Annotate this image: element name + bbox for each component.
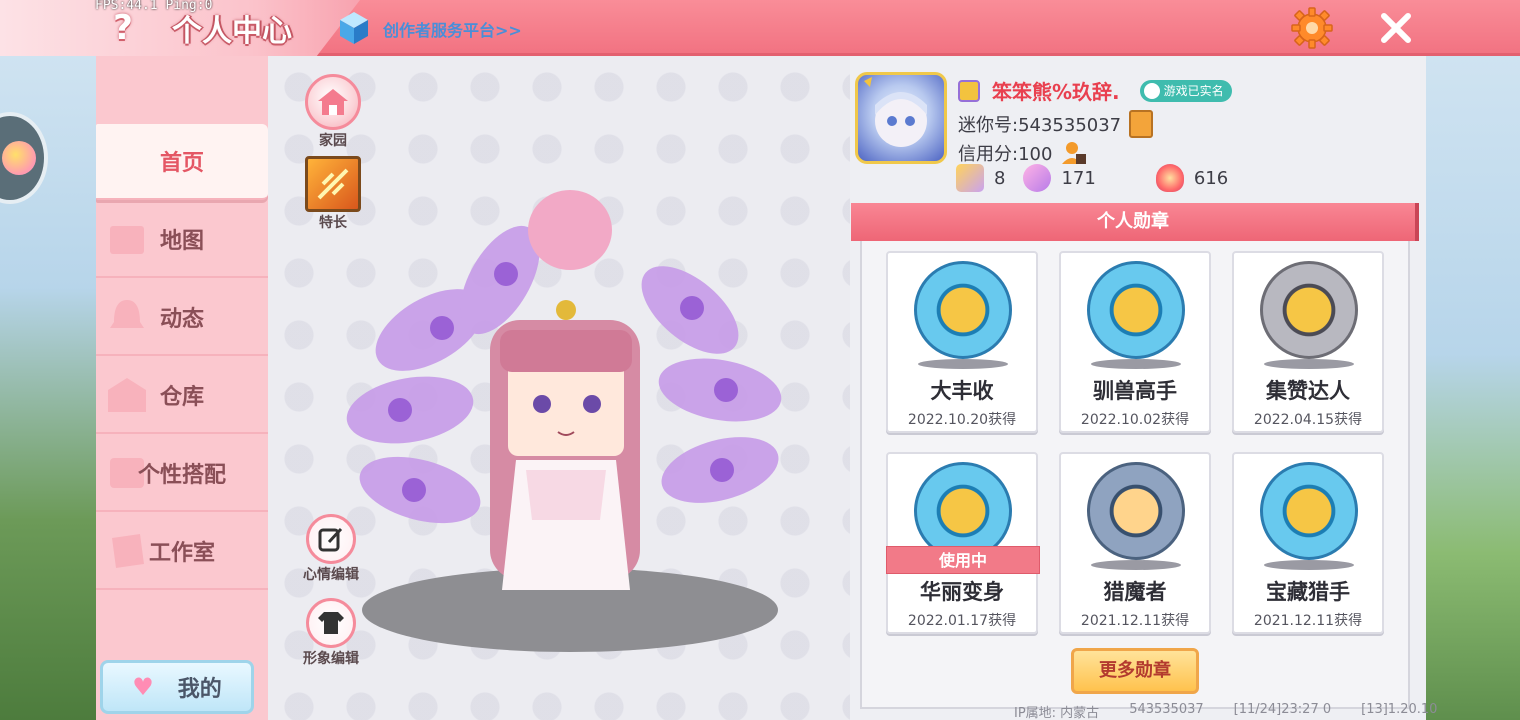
- in-use-badge: 使用中: [886, 546, 1040, 574]
- medal-date: 2022.01.17获得: [907, 613, 1017, 629]
- verified-badge: 游戏已实名: [1139, 79, 1232, 102]
- medal-shadow: [918, 359, 1008, 369]
- nav-item-warehouse[interactable]: 仓库: [96, 358, 268, 434]
- studio-icon: [112, 534, 144, 568]
- help-button[interactable]: ?: [103, 8, 143, 48]
- verified-label: 游戏已实名: [1163, 84, 1224, 98]
- medal-date: 2022.10.20获得: [907, 412, 1017, 428]
- nav-item-studio[interactable]: 工作室: [96, 514, 268, 590]
- gear-icon[interactable]: [1290, 6, 1334, 50]
- more-medals-button[interactable]: 更多勋章: [1071, 648, 1199, 694]
- nav-item-outfit[interactable]: 个性搭配: [96, 436, 268, 512]
- footer-info: IP属地: 内蒙古 543535037 [11/24]23:27 0 [13]1…: [1014, 702, 1437, 720]
- popularity-value: 616: [1193, 167, 1229, 189]
- profile-avatar[interactable]: [855, 72, 947, 164]
- bell-icon: [110, 300, 144, 328]
- medal-name: 猎魔者: [1103, 580, 1167, 604]
- medal-section-header: 个人勋章: [851, 203, 1419, 241]
- nav-item-feed[interactable]: 动态: [96, 280, 268, 356]
- mini-id: 迷你号:543535037: [958, 115, 1122, 136]
- mine-label: 我的: [177, 677, 222, 702]
- stats-row: 8 171 616: [956, 164, 1228, 192]
- ip-location: IP属地: 内蒙古: [1014, 706, 1100, 720]
- level-stat: 8: [956, 164, 1005, 192]
- medal-shadow: [1091, 560, 1181, 570]
- likes-master-medal-icon: [1260, 261, 1358, 359]
- likes-stat: 171: [1023, 164, 1096, 192]
- nav-item-label: 个性搭配: [137, 463, 226, 488]
- medal-date: 2022.10.02获得: [1080, 412, 1190, 428]
- cube-icon: [340, 12, 368, 44]
- tamer-medal-icon: [1087, 261, 1185, 359]
- medal-card[interactable]: 猎魔者 2021.12.11获得: [1059, 452, 1211, 634]
- credit-score: 信用分:100: [958, 144, 1053, 165]
- page-title: 个人中心: [172, 14, 292, 49]
- medal-card[interactable]: 大丰收 2022.10.20获得: [886, 251, 1038, 433]
- level-value: 8: [994, 167, 1006, 189]
- mini-id-row: 迷你号:543535037: [958, 110, 1154, 138]
- footer-time: [11/24]23:27 0: [1233, 702, 1332, 717]
- nav-panel: 首页 地图 动态 仓库 个性搭配 工作室: [96, 56, 268, 720]
- nav-item-label: 首页: [159, 151, 204, 176]
- credit-row: 信用分:100: [958, 140, 1088, 166]
- nav-item-label: 动态: [159, 307, 204, 332]
- background-scene-right: [1425, 55, 1520, 720]
- nav-item-label: 仓库: [159, 385, 204, 410]
- player-character-avatar[interactable]: [330, 190, 810, 660]
- nav-item-home[interactable]: 首页: [96, 124, 268, 200]
- likes-icon: [1023, 164, 1052, 192]
- medal-shadow: [1264, 560, 1354, 570]
- home-label: 家园: [319, 133, 347, 149]
- nav-item-label: 工作室: [148, 541, 215, 566]
- level-badge-icon: [956, 164, 984, 192]
- medal-date: 2022.04.15获得: [1253, 412, 1363, 428]
- popularity-stat: 616: [1155, 164, 1229, 192]
- star-icon: [2, 141, 36, 175]
- medal-name: 宝藏猎手: [1266, 580, 1350, 604]
- user-check-icon: [1143, 82, 1160, 99]
- mine-button[interactable]: ♥ 我的: [100, 660, 254, 714]
- medal-name: 驯兽高手: [1093, 379, 1177, 403]
- rank-icon: [958, 79, 980, 102]
- warehouse-icon: [108, 378, 146, 412]
- treasure-hunter-medal-icon: [1260, 462, 1358, 560]
- medal-date: 2021.12.11获得: [1080, 613, 1190, 629]
- medal-card[interactable]: 使用中 华丽变身 2022.01.17获得: [886, 452, 1040, 634]
- likes-value: 171: [1061, 167, 1096, 189]
- map-icon: [110, 226, 144, 254]
- nav-item-map[interactable]: 地图: [96, 202, 268, 278]
- medal-card[interactable]: 驯兽高手 2022.10.02获得: [1059, 251, 1211, 433]
- medal-name: 集赞达人: [1266, 379, 1350, 403]
- flame-icon: [1155, 164, 1184, 192]
- footer-version: [13]1.20.10: [1361, 702, 1438, 717]
- harvest-medal-icon: [914, 261, 1012, 359]
- footer-uid: 543535037: [1129, 702, 1204, 717]
- medal-card[interactable]: 宝藏猎手 2021.12.11获得: [1232, 452, 1384, 634]
- profile-name-row: 笨笨熊%玖辞. 游戏已实名: [958, 76, 1232, 105]
- medal-date: 2021.12.11获得: [1253, 613, 1363, 629]
- house-icon: [305, 74, 361, 130]
- medal-card[interactable]: 集赞达人 2022.04.15获得: [1232, 251, 1384, 433]
- medal-name: 大丰收: [930, 379, 994, 403]
- creator-platform-link[interactable]: 创作者服务平台>>: [383, 17, 522, 41]
- heart-icon: ♥: [132, 673, 154, 701]
- close-icon[interactable]: [1378, 10, 1414, 46]
- medal-shadow: [1264, 359, 1354, 369]
- nickname: 笨笨熊%玖辞.: [992, 80, 1120, 104]
- home-button[interactable]: 家园: [305, 74, 361, 150]
- avatar-portrait: [864, 77, 927, 147]
- user-credit-icon[interactable]: [1060, 140, 1088, 166]
- demon-hunter-medal-icon: [1087, 462, 1185, 560]
- nav-item-label: 地图: [159, 229, 204, 254]
- medal-name: 华丽变身: [920, 580, 1004, 604]
- medal-shadow: [1091, 359, 1181, 369]
- copy-icon[interactable]: [1129, 110, 1154, 138]
